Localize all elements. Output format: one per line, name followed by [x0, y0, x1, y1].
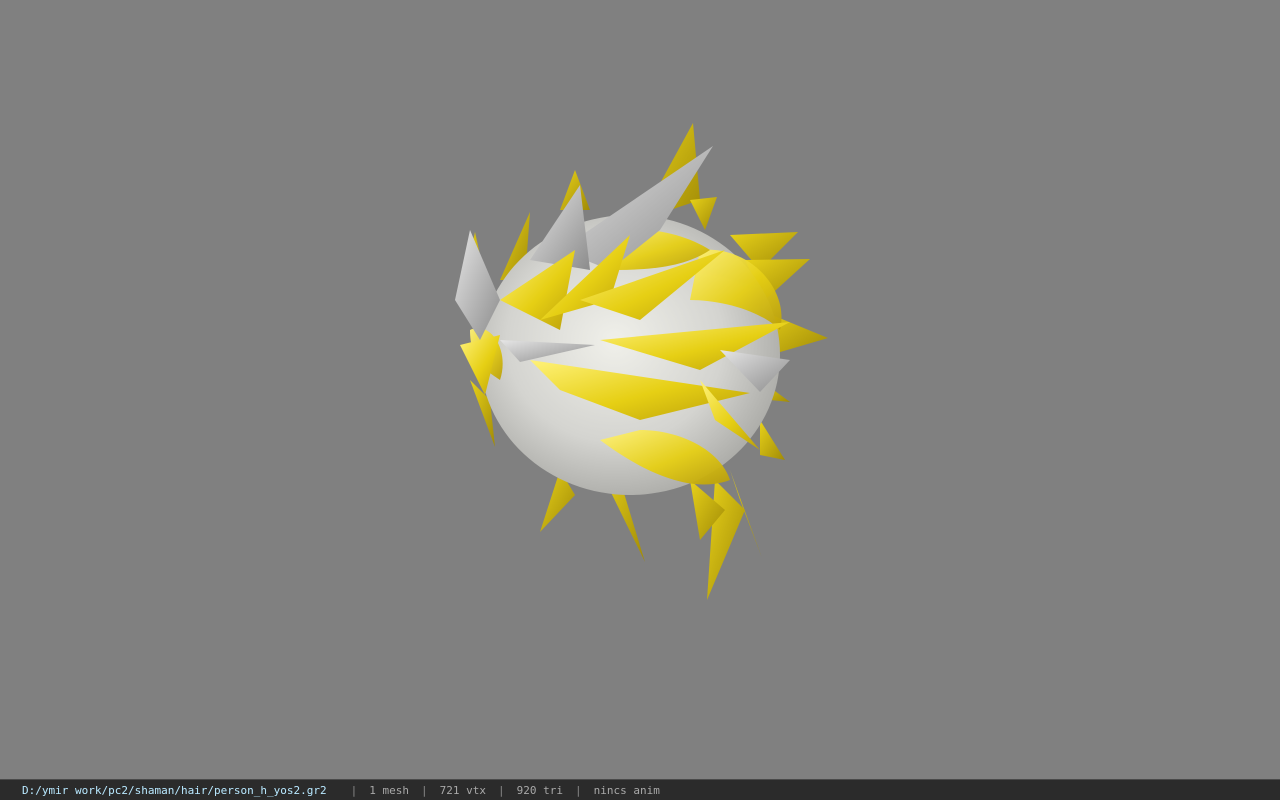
separator: | — [421, 783, 428, 797]
vertex-count: 721 vtx — [439, 783, 486, 797]
status-bar: D:/ymir work/pc2/shaman/hair/person_h_yo… — [0, 779, 1280, 800]
mesh-count: 1 mesh — [369, 783, 410, 797]
hair-mesh-render — [455, 123, 828, 600]
animation-status: nincs anim — [593, 783, 660, 797]
separator: | — [574, 783, 582, 797]
triangle-count: 920 tri — [516, 783, 563, 797]
separator: | — [498, 783, 505, 797]
3d-viewport[interactable] — [0, 0, 1280, 779]
separator: | — [350, 783, 358, 797]
file-path: D:/ymir work/pc2/shaman/hair/person_h_yo… — [22, 783, 327, 797]
